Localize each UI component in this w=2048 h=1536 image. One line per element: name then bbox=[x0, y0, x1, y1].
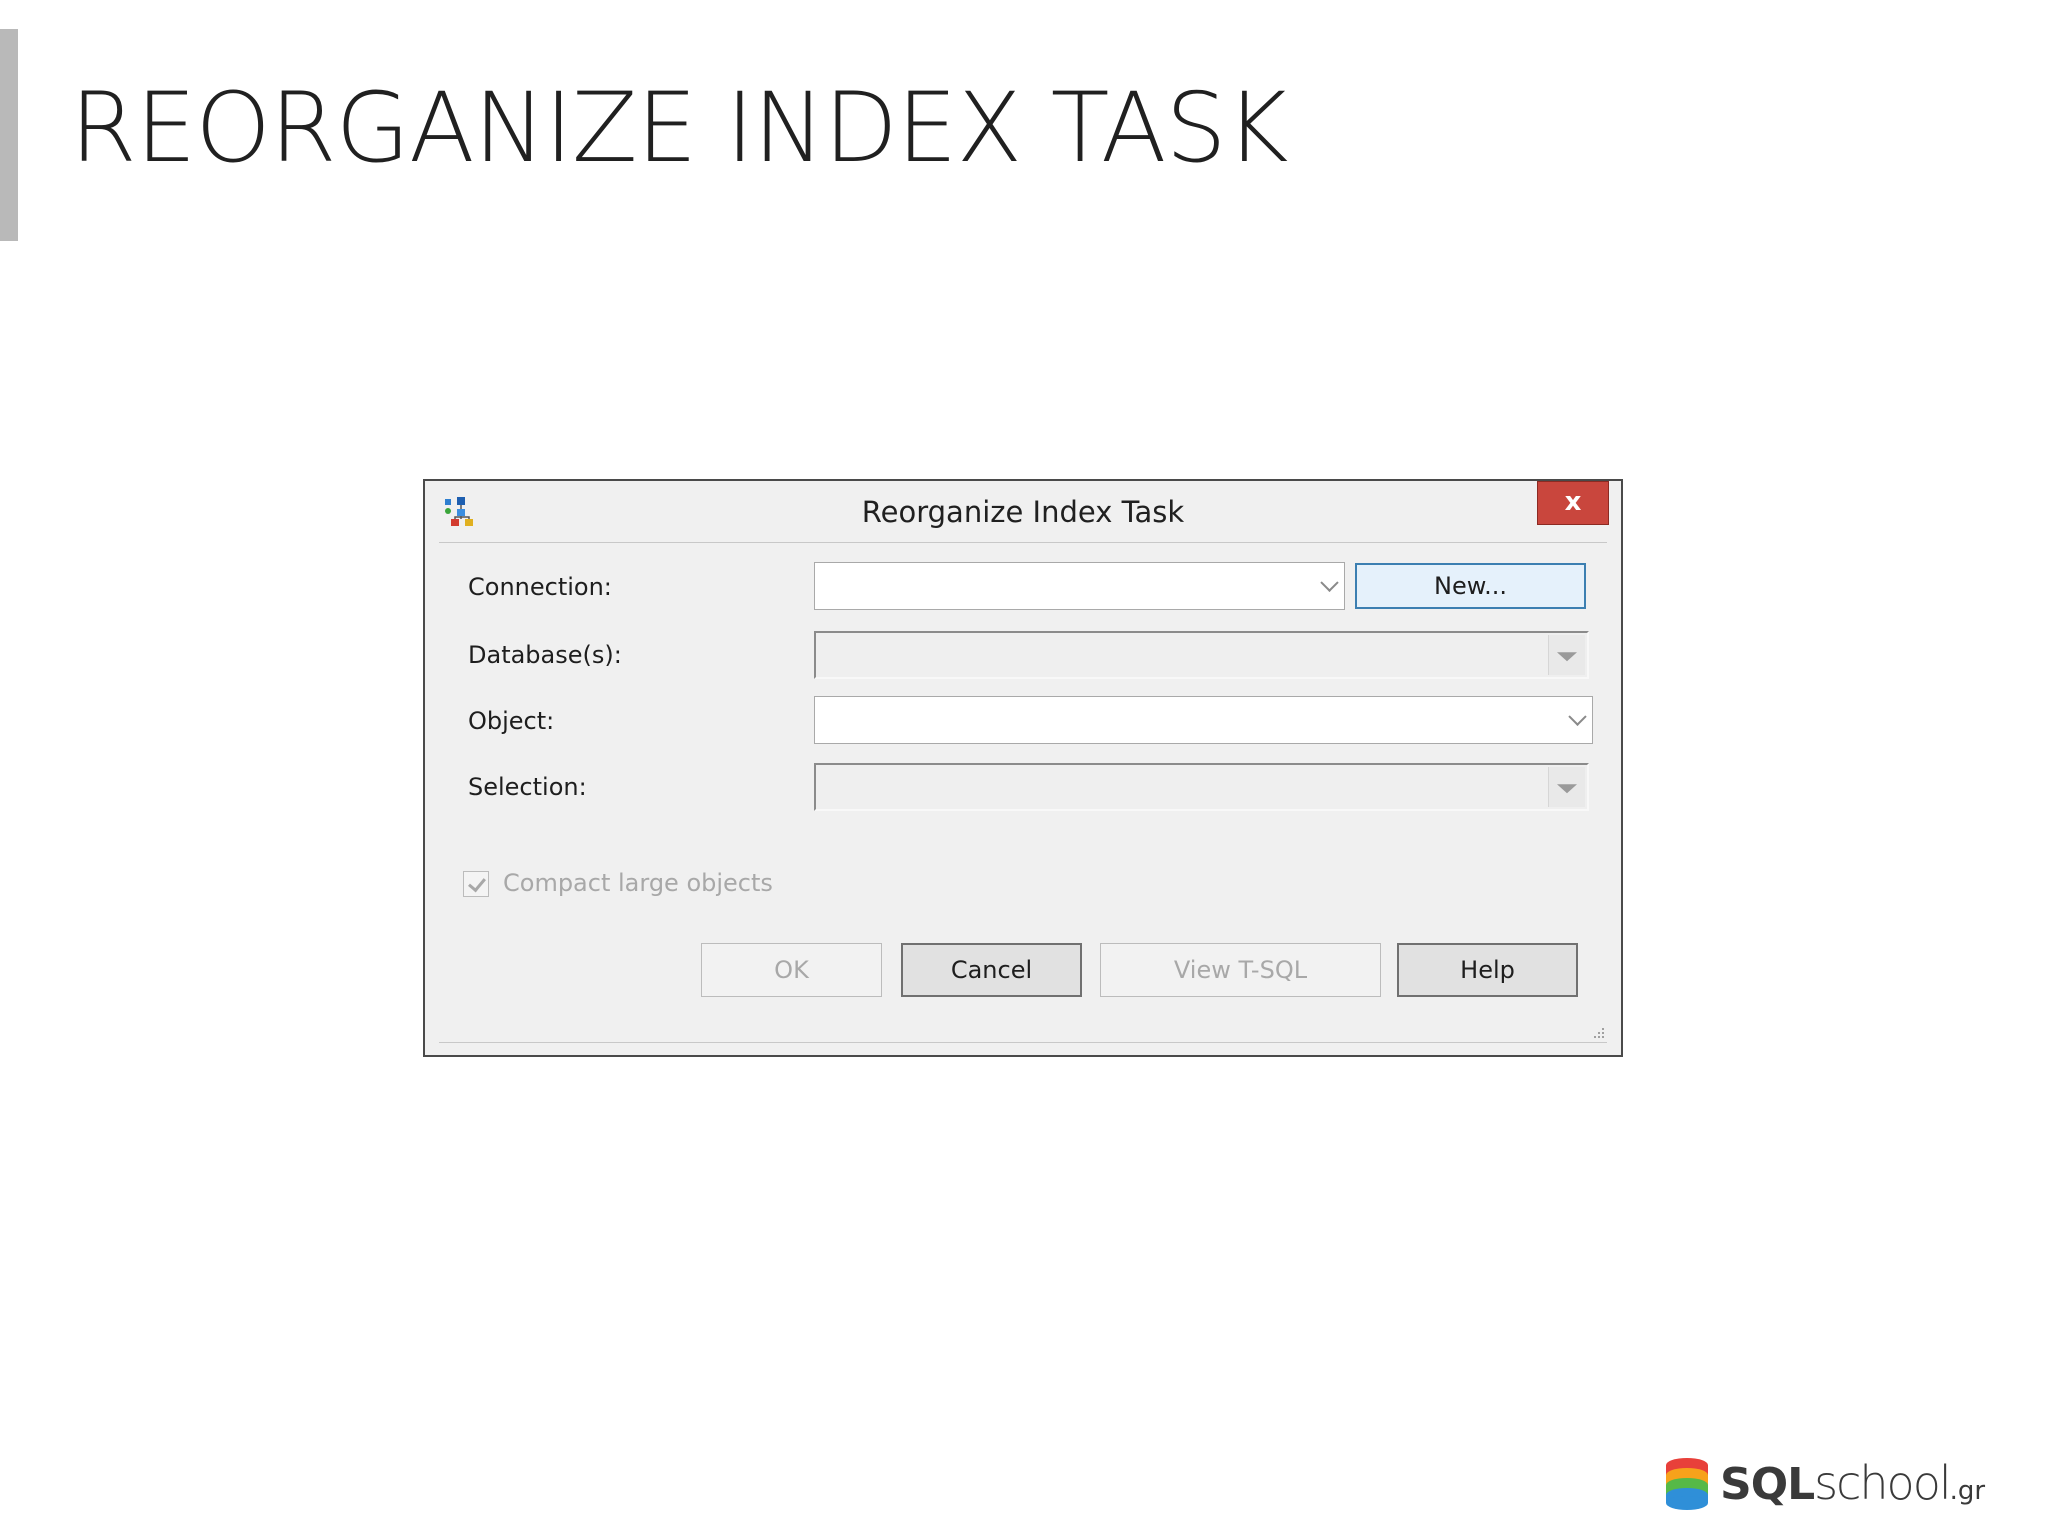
dropdown-button[interactable] bbox=[1548, 635, 1585, 675]
selection-label: Selection: bbox=[468, 773, 587, 801]
dialog-titlebar[interactable]: Reorganize Index Task x bbox=[425, 481, 1621, 541]
checkmark-icon bbox=[468, 873, 486, 893]
databases-label: Database(s): bbox=[468, 641, 622, 669]
bottom-divider bbox=[439, 1042, 1607, 1043]
connection-combobox[interactable] bbox=[814, 562, 1345, 610]
cancel-button[interactable]: Cancel bbox=[901, 943, 1082, 997]
resize-grip-icon[interactable] bbox=[1591, 1025, 1605, 1039]
dialog-title: Reorganize Index Task bbox=[861, 495, 1185, 529]
database-stack-icon bbox=[1666, 1458, 1708, 1510]
connection-label: Connection: bbox=[468, 573, 612, 601]
logo-wordmark: SQLschool.gr bbox=[1720, 1455, 1985, 1522]
dropdown-arrow-icon bbox=[1557, 784, 1577, 794]
logo-gr-text: .gr bbox=[1949, 1476, 1986, 1506]
slide-title: REORGANIZE INDEX TASK bbox=[70, 72, 1288, 184]
object-combobox[interactable] bbox=[814, 696, 1593, 744]
compact-large-objects-label: Compact large objects bbox=[503, 869, 773, 897]
ok-button[interactable]: OK bbox=[701, 943, 882, 997]
title-accent-bar bbox=[0, 29, 18, 241]
new-connection-button[interactable]: New... bbox=[1355, 563, 1586, 609]
logo-sql-text: SQL bbox=[1720, 1459, 1815, 1510]
sqlschool-logo: SQLschool.gr bbox=[1662, 1455, 2022, 1515]
title-divider bbox=[439, 542, 1607, 543]
logo-school-text: school bbox=[1814, 1456, 1951, 1510]
help-button[interactable]: Help bbox=[1397, 943, 1578, 997]
chevron-down-icon bbox=[1568, 707, 1587, 726]
chevron-down-icon bbox=[1320, 573, 1339, 592]
view-tsql-button[interactable]: View T-SQL bbox=[1100, 943, 1381, 997]
dropdown-button[interactable] bbox=[1548, 767, 1585, 807]
close-button[interactable]: x bbox=[1537, 481, 1609, 525]
databases-combobox[interactable] bbox=[814, 631, 1589, 679]
selection-combobox[interactable] bbox=[814, 763, 1589, 811]
compact-large-objects-checkbox[interactable] bbox=[463, 871, 489, 897]
dropdown-arrow-icon bbox=[1557, 652, 1577, 662]
object-label: Object: bbox=[468, 707, 555, 735]
reorganize-index-dialog: Reorganize Index Task x Connection: New.… bbox=[423, 479, 1623, 1057]
